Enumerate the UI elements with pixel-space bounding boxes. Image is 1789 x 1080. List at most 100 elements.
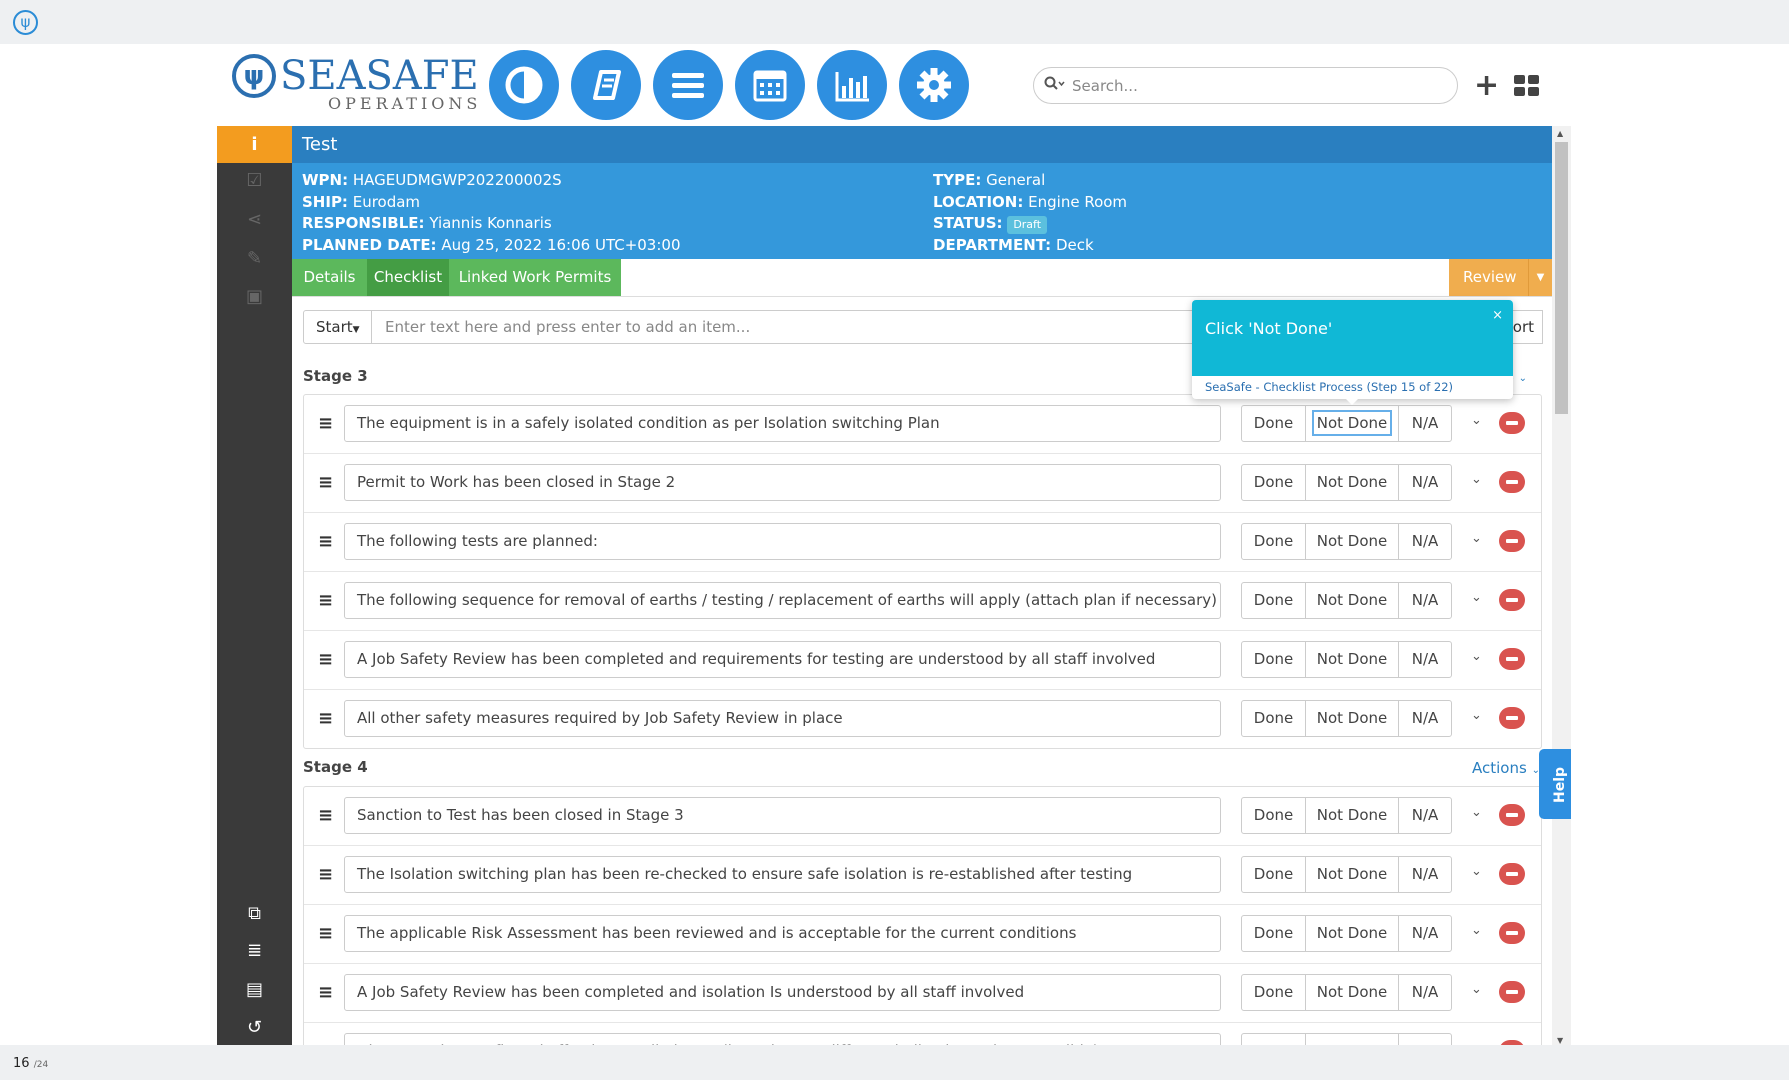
chevron-down-icon[interactable]: ⌄ [1471, 923, 1482, 938]
checklist-item-text[interactable]: The applicable Risk Assessment has been … [344, 915, 1221, 952]
checklist-item-text[interactable]: A Job Safety Review has been completed a… [344, 974, 1221, 1011]
chevron-down-icon[interactable]: ⌄ [1471, 708, 1482, 723]
search-input[interactable]: Search... [1072, 77, 1138, 95]
drag-handle-icon[interactable]: ≡ [318, 590, 333, 611]
tab-checklist[interactable]: Checklist [367, 259, 449, 296]
done-button[interactable]: Done [1241, 974, 1306, 1011]
done-button[interactable]: Done [1241, 582, 1306, 619]
chevron-down-icon[interactable]: ⌄ [1471, 531, 1482, 546]
checklist-item-text[interactable]: The following tests are planned: [344, 523, 1221, 560]
done-button[interactable]: Done [1241, 700, 1306, 737]
remove-icon[interactable] [1499, 648, 1525, 670]
scroll-down-icon[interactable]: ▼ [1557, 1036, 1563, 1045]
checklist-item-text[interactable]: The following sequence for removal of ea… [344, 582, 1221, 619]
attachment-icon[interactable]: ✎ [217, 248, 292, 269]
search-box[interactable]: Search... [1033, 67, 1458, 104]
reports-nav-button[interactable] [817, 50, 887, 120]
not-done-button[interactable]: Not Done [1305, 464, 1399, 501]
calendar-nav-button[interactable] [735, 50, 805, 120]
review-button[interactable]: Review ▼ [1449, 259, 1552, 296]
manuals-nav-button[interactable] [571, 50, 641, 120]
drag-handle-icon[interactable]: ≡ [318, 531, 333, 552]
chevron-down-icon[interactable]: ⌄ [1471, 982, 1482, 997]
na-button[interactable]: N/A [1398, 797, 1452, 834]
na-button[interactable]: N/A [1398, 974, 1452, 1011]
done-button[interactable]: Done [1241, 523, 1306, 560]
share-icon[interactable]: ⋖ [217, 209, 292, 230]
import-button[interactable]: ort [1513, 311, 1534, 343]
not-done-button[interactable]: Not Done [1305, 974, 1399, 1011]
na-button[interactable]: N/A [1398, 915, 1452, 952]
drag-handle-icon[interactable]: ≡ [318, 864, 333, 885]
chevron-down-icon[interactable]: ⌄ [1471, 472, 1482, 487]
remove-icon[interactable] [1499, 804, 1525, 826]
grid-icon[interactable] [1514, 75, 1540, 97]
remove-icon[interactable] [1499, 471, 1525, 493]
drag-handle-icon[interactable]: ≡ [318, 649, 333, 670]
not-done-button[interactable]: Not Done [1305, 582, 1399, 619]
chevron-down-icon[interactable]: ⌄ [1471, 413, 1482, 428]
checklist-item-text[interactable]: Sanction to Test has been closed in Stag… [344, 797, 1221, 834]
na-button[interactable]: N/A [1398, 641, 1452, 678]
close-icon[interactable]: × [1492, 308, 1503, 323]
drag-handle-icon[interactable]: ≡ [318, 805, 333, 826]
na-button[interactable]: N/A [1398, 405, 1452, 442]
checklist-item-text[interactable]: The Isolation switching plan has been re… [344, 856, 1221, 893]
not-done-button[interactable]: Not Done [1305, 523, 1399, 560]
settings-nav-button[interactable] [899, 50, 969, 120]
scrollbar[interactable]: ▲ ▼ [1552, 126, 1571, 1048]
stage-actions-link[interactable]: Actions ⌄ [1472, 759, 1540, 777]
lists-nav-button[interactable] [653, 50, 723, 120]
seasafe-logo[interactable]: ψ SEASAFE OPERATIONS [232, 52, 479, 113]
remove-icon[interactable] [1499, 530, 1525, 552]
done-button[interactable]: Done [1241, 856, 1306, 893]
scrollbar-thumb[interactable] [1555, 142, 1568, 414]
copy-icon[interactable]: ⧉ [217, 903, 292, 924]
tab-linked-work-permits[interactable]: Linked Work Permits [449, 259, 621, 296]
not-done-button[interactable]: Not Done [1305, 641, 1399, 678]
info-icon[interactable]: i [217, 126, 292, 163]
calendar-check-icon[interactable]: ▣ [217, 286, 292, 307]
done-button[interactable]: Done [1241, 464, 1306, 501]
chevron-down-icon[interactable]: ⌄ [1471, 590, 1482, 605]
document-icon[interactable]: ▤ [217, 979, 292, 1000]
drag-handle-icon[interactable]: ≡ [318, 982, 333, 1003]
na-button[interactable]: N/A [1398, 582, 1452, 619]
done-button[interactable]: Done [1241, 797, 1306, 834]
remove-icon[interactable] [1499, 981, 1525, 1003]
remove-icon[interactable] [1499, 863, 1525, 885]
not-done-button[interactable]: Not Done [1305, 405, 1399, 442]
checklist-icon[interactable]: ☑ [217, 170, 292, 191]
add-icon[interactable]: + [1474, 68, 1499, 103]
layers-icon[interactable]: ≣ [217, 940, 292, 961]
search-icon[interactable] [1044, 76, 1066, 96]
remove-icon[interactable] [1499, 412, 1525, 434]
not-done-button[interactable]: Not Done [1305, 915, 1399, 952]
drag-handle-icon[interactable]: ≡ [318, 413, 333, 434]
chevron-down-icon[interactable]: ⌄ [1471, 864, 1482, 879]
drag-handle-icon[interactable]: ≡ [318, 708, 333, 729]
not-done-button[interactable]: Not Done [1305, 856, 1399, 893]
help-button[interactable]: Help [1539, 749, 1571, 819]
checklist-item-text[interactable]: The equipment is in a safely isolated co… [344, 405, 1221, 442]
done-button[interactable]: Done [1241, 915, 1306, 952]
dashboard-nav-button[interactable] [489, 50, 559, 120]
drag-handle-icon[interactable]: ≡ [318, 923, 333, 944]
history-icon[interactable]: ↺ [217, 1017, 292, 1038]
app-logo-icon[interactable]: ψ [13, 10, 38, 35]
chevron-down-icon[interactable]: ⌄ [1471, 805, 1482, 820]
checklist-item-text[interactable]: Permit to Work has been closed in Stage … [344, 464, 1221, 501]
scroll-up-icon[interactable]: ▲ [1557, 129, 1563, 138]
start-dropdown[interactable]: Start▼ [303, 310, 372, 344]
tab-details[interactable]: Details [292, 259, 367, 296]
checklist-item-text[interactable]: A Job Safety Review has been completed a… [344, 641, 1221, 678]
not-done-button[interactable]: Not Done [1305, 700, 1399, 737]
caret-down-icon[interactable]: ▼ [1528, 259, 1552, 296]
remove-icon[interactable] [1499, 922, 1525, 944]
drag-handle-icon[interactable]: ≡ [318, 472, 333, 493]
chevron-down-icon[interactable]: ⌄ [1471, 649, 1482, 664]
done-button[interactable]: Done [1241, 405, 1306, 442]
na-button[interactable]: N/A [1398, 856, 1452, 893]
na-button[interactable]: N/A [1398, 700, 1452, 737]
done-button[interactable]: Done [1241, 641, 1306, 678]
